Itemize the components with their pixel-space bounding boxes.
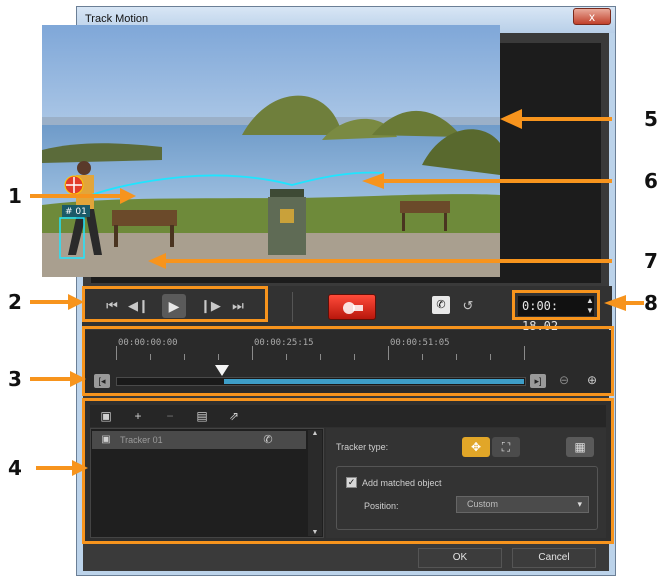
callout-6: 6 [644,169,658,193]
callout-3: 3 [8,367,22,391]
annotation-arrows [30,109,644,476]
callout-8: 8 [644,291,658,315]
callout-7: 7 [644,249,658,273]
callout-4: 4 [8,456,22,480]
callout-1: 1 [8,184,22,208]
callout-2: 2 [8,290,22,314]
callout-5: 5 [644,107,658,131]
